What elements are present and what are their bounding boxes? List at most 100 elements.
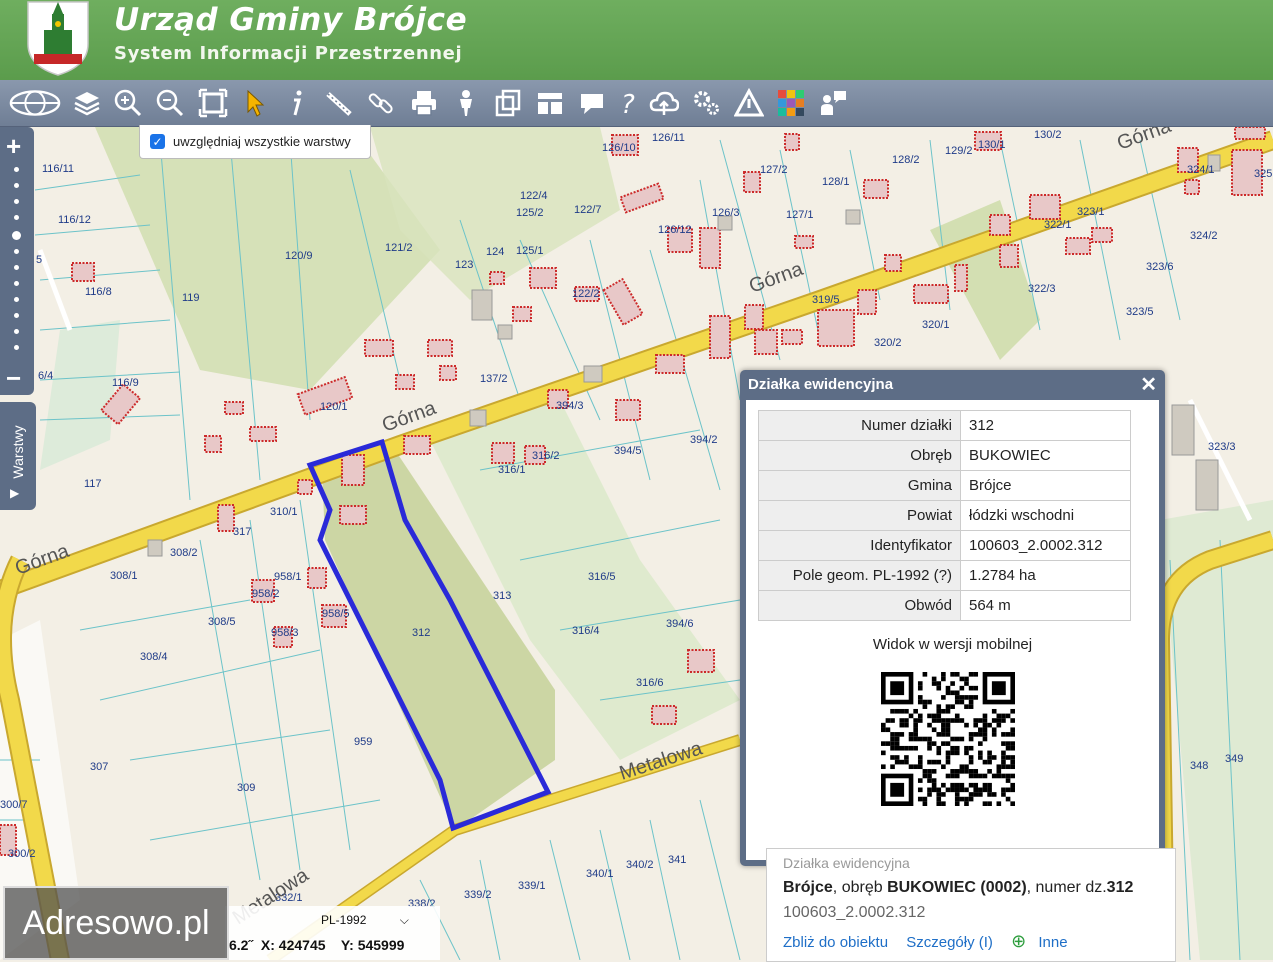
link-icon[interactable] [364, 86, 398, 120]
copy-icon[interactable] [491, 86, 525, 120]
parcel-label: 128/2 [892, 154, 920, 166]
parcel-label: 394/6 [666, 618, 694, 630]
crs-value: PL-1992 [321, 913, 367, 927]
zoom-step[interactable] [14, 345, 19, 350]
parcel-label: 130/2 [1034, 129, 1062, 141]
attribute-row: Gmina Brójce [758, 470, 1131, 501]
zoom-step[interactable] [14, 329, 19, 334]
zoom-handle[interactable] [12, 231, 21, 240]
plus-circle-icon[interactable]: ⊕ [1011, 931, 1026, 951]
chevron-down-icon: ⌵ [399, 913, 409, 927]
all-layers-checkbox[interactable]: ✓ [150, 134, 165, 149]
result-obreb: BUKOWIEC (0002) [887, 879, 1027, 896]
parcel-label: 121/2 [385, 242, 413, 254]
warning-icon[interactable] [732, 86, 766, 120]
all-layers-option[interactable]: ✓ uwzględniaj wszystkie warstwy [139, 125, 371, 159]
parcel-label: 316/5 [588, 571, 616, 583]
attribute-value: łódzki wschodni [960, 500, 1131, 531]
parcel-label: 339/1 [518, 880, 546, 892]
measure-icon[interactable] [322, 86, 356, 120]
print-icon[interactable] [407, 86, 441, 120]
parcel-label: 117 [84, 478, 102, 490]
cloud-upload-icon[interactable] [647, 86, 681, 120]
comment-icon[interactable] [575, 86, 609, 120]
person-icon[interactable] [449, 86, 483, 120]
zoom-step[interactable] [14, 199, 19, 204]
attribute-label: Numer działki [758, 410, 961, 441]
zoom-minus-button[interactable]: − [6, 363, 21, 394]
watermark-logo: Adresowo.pl [3, 886, 229, 960]
parcel-label: 323/3 [1208, 441, 1236, 453]
parcel-label: 339/2 [464, 889, 492, 901]
attribute-row: Obwód 564 m [758, 590, 1131, 621]
attribute-row: Identyfikator 100603_2.0002.312 [758, 530, 1131, 561]
x-label: X: [260, 937, 275, 953]
zoom-step[interactable] [14, 297, 19, 302]
zoom-step[interactable] [14, 249, 19, 254]
result-numer: 312 [1106, 879, 1134, 896]
layers-side-tab[interactable]: Warstwy ▶ [0, 402, 36, 510]
zoom-step[interactable] [14, 265, 19, 270]
qr-code[interactable] [881, 672, 1015, 806]
result-numer-prefix: , numer dz. [1026, 879, 1107, 896]
attribute-value: 1.2784 ha [960, 560, 1131, 591]
parcel-label: 127/2 [760, 164, 788, 176]
zoom-step[interactable] [14, 183, 19, 188]
crs-select[interactable]: PL-1992 ⌵ [321, 913, 409, 928]
zoom-step[interactable] [14, 215, 19, 220]
popup-body: Numer działki 312 Obręb BUKOWIEC Gmina Brójce… [746, 400, 1159, 860]
parcel-label: 316/2 [532, 450, 560, 462]
zoom-extent-icon[interactable] [196, 86, 230, 120]
settings-icon[interactable] [690, 86, 724, 120]
parcel-label: 126/11 [652, 132, 685, 144]
parcel-label: 348 [1190, 760, 1208, 772]
y-value: 545999 [357, 937, 405, 953]
info-icon[interactable] [280, 86, 314, 120]
parcel-label: 313 [493, 590, 511, 602]
zoom-plus-button[interactable]: + [6, 131, 21, 162]
layers-icon[interactable] [70, 86, 104, 120]
zoom-slider[interactable]: + − [0, 127, 34, 395]
zoom-step[interactable] [14, 313, 19, 318]
other-link[interactable]: Inne [1038, 934, 1067, 951]
parcel-label: 316/6 [636, 677, 664, 689]
svg-text:?: ? [621, 90, 635, 118]
parcel-label: 958/1 [274, 571, 302, 583]
parcel-label: 324/1 [1187, 164, 1215, 176]
y-label: Y: [340, 937, 354, 953]
user-comment-icon[interactable] [816, 86, 850, 120]
parcel-label: 323/1 [1077, 206, 1105, 218]
parcel-label: 116/12 [58, 214, 91, 226]
parcel-label: 130/1 [978, 139, 1006, 151]
details-link[interactable]: Szczegóły (I) [906, 934, 993, 951]
zoom-step[interactable] [14, 281, 19, 286]
layout-icon[interactable] [533, 86, 567, 120]
parcel-label: 126/12 [658, 224, 692, 236]
zoom-out-icon[interactable] [153, 86, 187, 120]
app-header: Urząd Gminy Brójce System Informacji Prz… [0, 0, 1273, 80]
parcel-label: 319/5 [812, 294, 840, 306]
zoom-in-icon[interactable] [111, 86, 145, 120]
zoom-to-object-link[interactable]: Zbliż do obiektu [783, 934, 888, 951]
scale-fragment: 6.2˝ [229, 937, 254, 953]
result-description: Brójce, obręb BUKOWIEC (0002), numer dz.… [783, 879, 1133, 897]
attribute-label: Gmina [758, 470, 961, 501]
select-arrow-icon[interactable] [238, 86, 272, 120]
help-icon[interactable]: ? [611, 86, 645, 120]
palette-icon[interactable] [774, 86, 808, 120]
parcel-label: 316/4 [572, 625, 600, 637]
parcel-label: 340/1 [586, 868, 614, 880]
parcel-label: 320/2 [874, 337, 902, 349]
result-ghost-title: Działka ewidencyjna [783, 855, 910, 871]
close-icon[interactable]: ✕ [1140, 372, 1157, 397]
globe-icon[interactable] [8, 86, 62, 120]
parcel-label: 394/5 [614, 445, 642, 457]
parcel-label: 310/1 [270, 506, 298, 518]
parcel-label: 307 [90, 761, 108, 773]
zoom-step[interactable] [14, 167, 19, 172]
parcel-label: 308/5 [208, 616, 236, 628]
attribute-label: Pole geom. PL-1992 (?) [758, 560, 961, 591]
parcel-label: 341 [668, 854, 686, 866]
parcel-label: 116/11 [42, 163, 74, 175]
parcel-label: 300/7 [0, 799, 28, 811]
